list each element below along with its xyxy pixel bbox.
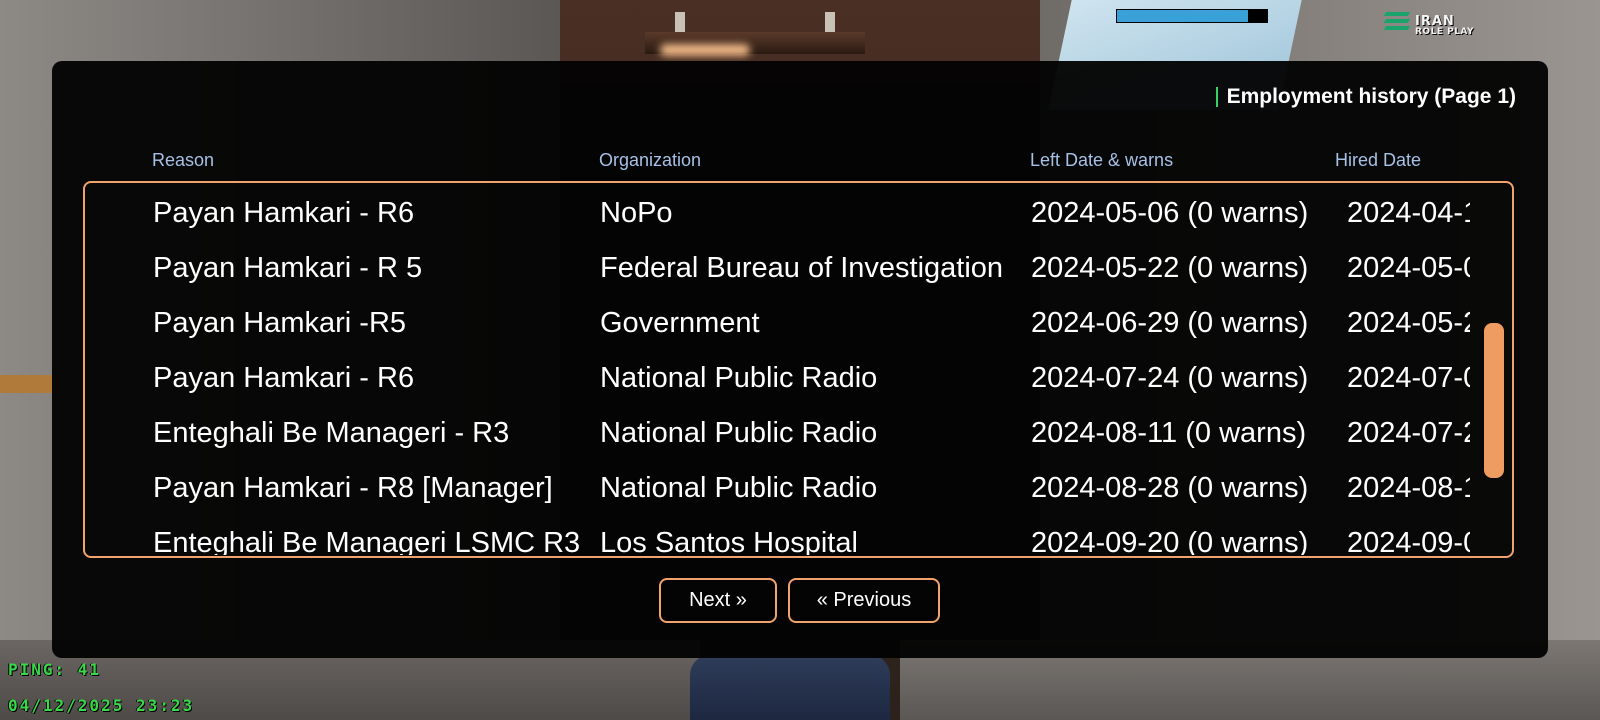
- row-organization: Federal Bureau of Investigation: [600, 252, 1004, 284]
- row-organization: National Public Radio: [600, 417, 878, 449]
- row-left-date: 2024-05-22 (0 warns): [1031, 252, 1309, 284]
- row-hired-date: 2024-04-19: [1347, 197, 1470, 229]
- row-reason: Payan Hamkari - R8 [Manager]: [153, 472, 553, 504]
- row-hired-date: 2024-07-03: [1347, 362, 1470, 394]
- row-reason: Enteghali Be Manageri - R3: [153, 417, 510, 449]
- dialog-title: Employment history (Page 1): [1215, 85, 1516, 109]
- row-left-date: 2024-06-29 (0 warns): [1031, 307, 1309, 339]
- table-row[interactable]: Enteghali Be Manageri LSMC R3 Los Santos …: [85, 516, 1470, 555]
- column-header-hired-date: Hired Date: [1335, 150, 1422, 170]
- table-row[interactable]: Payan Hamkari - R8 [Manager] National Pub…: [85, 461, 1470, 516]
- row-left-date: 2024-08-28 (0 warns): [1031, 472, 1309, 504]
- dialog-title-text: Employment history (Page 1): [1226, 85, 1516, 108]
- scrollbar-track[interactable]: [1484, 191, 1504, 551]
- table-row[interactable]: Payan Hamkari -R5 Government 2024-06-29 (0…: [85, 296, 1470, 351]
- table-row[interactable]: Payan Hamkari - R6 NoPo 2024-05-06 (0 warn…: [85, 186, 1470, 241]
- employment-history-dialog: Employment history (Page 1) Reason Organ…: [52, 61, 1548, 658]
- row-left-date: 2024-05-06 (0 warns): [1031, 197, 1309, 229]
- column-header-left-date: Left Date & warns: [1030, 150, 1174, 170]
- datetime-readout: 04/12/2025 23:23: [8, 696, 195, 715]
- row-reason: Payan Hamkari - R 5: [153, 252, 423, 284]
- lamp-stem: [675, 12, 685, 34]
- row-organization: NoPo: [600, 197, 673, 229]
- column-header-reason: Reason: [152, 150, 215, 170]
- row-hired-date: 2024-05-23: [1347, 307, 1470, 339]
- history-list[interactable]: Payan Hamkari - R6 NoPo 2024-05-06 (0 warn…: [83, 181, 1514, 558]
- row-hired-date: 2024-09-06: [1347, 527, 1470, 555]
- row-organization: Government: [600, 307, 760, 339]
- row-hired-date: 2024-05-07: [1347, 252, 1470, 284]
- row-reason: Payan Hamkari - R6: [153, 362, 415, 394]
- row-hired-date: 2024-07-26: [1347, 417, 1470, 449]
- logo-stripes-icon: [1383, 12, 1411, 38]
- row-reason: Payan Hamkari -R5: [153, 307, 407, 339]
- row-organization: National Public Radio: [600, 472, 878, 504]
- column-header-organization: Organization: [599, 150, 702, 170]
- server-logo: IRAN ROLE PLAY: [1383, 10, 1485, 40]
- row-organization: Los Santos Hospital: [600, 527, 858, 555]
- row-reason: Enteghali Be Manageri LSMC R3: [153, 527, 581, 555]
- health-bar-fill: [1117, 10, 1248, 22]
- row-left-date: 2024-07-24 (0 warns): [1031, 362, 1309, 394]
- lamp-glow: [660, 44, 750, 56]
- logo-text-bottom: ROLE PLAY: [1415, 27, 1475, 37]
- table-row[interactable]: Payan Hamkari - R 5 Federal Bureau of Inv…: [85, 241, 1470, 296]
- title-marker: [1215, 87, 1218, 107]
- row-hired-date: 2024-08-11: [1347, 472, 1470, 504]
- table-row[interactable]: Enteghali Be Manageri - R3 National Publi…: [85, 406, 1470, 461]
- lamp-stem: [825, 12, 835, 34]
- shelf: [0, 375, 60, 393]
- row-reason: Payan Hamkari - R6: [153, 197, 415, 229]
- scrollbar-thumb[interactable]: [1484, 323, 1504, 478]
- player-character: [690, 655, 890, 720]
- row-organization: National Public Radio: [600, 362, 878, 394]
- previous-page-button[interactable]: « Previous: [788, 578, 940, 623]
- table-row[interactable]: Payan Hamkari - R6 National Public Radio 2…: [85, 351, 1470, 406]
- row-left-date: 2024-08-11 (0 warns): [1031, 417, 1307, 449]
- next-page-button[interactable]: Next »: [659, 578, 777, 623]
- history-rows: Payan Hamkari - R6 NoPo 2024-05-06 (0 warn…: [85, 183, 1470, 555]
- row-left-date: 2024-09-20 (0 warns): [1031, 527, 1309, 555]
- ping-readout: PING: 41: [8, 660, 102, 679]
- health-bar: [1116, 9, 1268, 23]
